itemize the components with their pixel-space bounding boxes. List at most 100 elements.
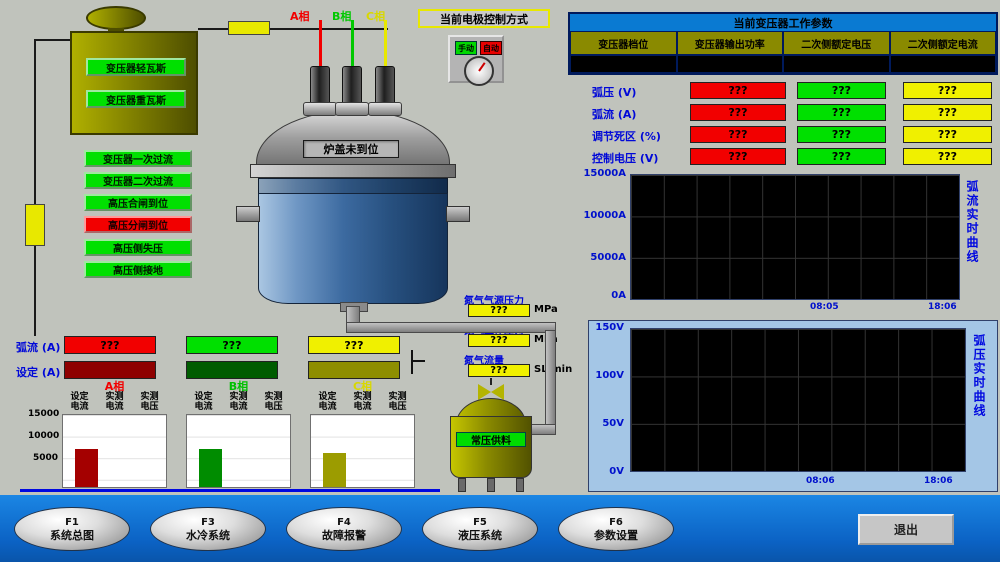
n2-working-pressure-value: ??? — [468, 334, 530, 347]
furnace-hmi-screen: 变压器轻瓦斯 变压器重瓦斯 变压器一次过流 变压器二次过流 高压合闸到位 高压分… — [0, 0, 1000, 562]
manual-mode-button[interactable]: 手动 — [455, 41, 477, 55]
f6-parameter-settings-button[interactable]: F6 参数设置 — [558, 507, 674, 551]
f1-system-overview-button[interactable]: F1 系统总图 — [14, 507, 130, 551]
bar-panel-a: 设定电流 实测电流 实测电压 — [62, 392, 167, 488]
status-hv-voltage-loss: 高压侧失压 — [84, 239, 192, 256]
n2-flow-value: ??? — [468, 364, 530, 377]
arc-current-xtick-1: 18:06 — [928, 302, 957, 312]
bar-panels-baseline — [20, 489, 440, 492]
dead-band-c-value: ??? — [903, 126, 992, 143]
f1-key: F1 — [65, 517, 79, 529]
arc-current-a-param-value: ??? — [690, 104, 786, 121]
bar-c-set-current — [323, 453, 346, 487]
furnace-vessel — [258, 178, 448, 304]
furnace-vessel-band — [258, 178, 448, 194]
cell-secondary-rated-current-value — [890, 55, 997, 73]
f5-label: 液压系统 — [458, 529, 502, 542]
measured-current-b-value: ??? — [186, 336, 278, 354]
electrode-control-panel: 手动 自动 — [448, 35, 504, 83]
exit-button[interactable]: 退出 — [858, 514, 954, 545]
arc-voltage-xtick-1: 18:06 — [924, 476, 953, 486]
bar-panel-c-plot — [310, 414, 415, 488]
arc-current-trend-plot — [630, 174, 960, 300]
arc-current-ytick-1: 10000A — [580, 210, 626, 221]
gauge-needle-icon — [478, 62, 485, 71]
bar-panel-c: 设定电流 实测电流 实测电压 — [310, 392, 415, 488]
furnace-nozzle-right — [446, 206, 470, 222]
setpoint-current-b-value — [186, 361, 278, 379]
bar-panel-a-headers: 设定电流 实测电流 实测电压 — [62, 392, 167, 414]
f4-fault-alarm-button[interactable]: F4 故障报警 — [286, 507, 402, 551]
status-hv-grounded: 高压侧接地 — [84, 261, 192, 278]
table-header-row: 变压器档位 变压器输出功率 二次侧额定电压 二次侧额定电流 — [570, 31, 996, 55]
branch-line-vertical — [411, 350, 413, 374]
arc-voltage-xtick-0: 08:06 — [806, 476, 835, 486]
f4-key: F4 — [337, 517, 351, 529]
cell-tap-position-value — [570, 55, 677, 73]
dead-band-label: 调节死区 (%) — [592, 128, 661, 144]
f3-cooling-system-button[interactable]: F3 水冷系统 — [150, 507, 266, 551]
phase-a-label: A相 — [290, 8, 310, 24]
transformer-body — [70, 31, 198, 135]
n2-source-pressure-value: ??? — [468, 304, 530, 317]
electrode-b-bushing — [335, 102, 369, 116]
arc-current-ytick-2: 5000A — [580, 252, 626, 263]
col-measured-voltage: 实测电压 — [140, 392, 160, 412]
col-header-secondary-rated-voltage: 二次侧额定电压 — [783, 31, 890, 55]
status-hv-open-in-position: 高压分闸到位 — [84, 216, 192, 233]
f5-hydraulic-system-button[interactable]: F5 液压系统 — [422, 507, 538, 551]
col-header-secondary-rated-current: 二次侧额定电流 — [890, 31, 997, 55]
disconnect-switch[interactable] — [25, 204, 45, 246]
f3-label: 水冷系统 — [186, 529, 230, 542]
electrode-control-mode-label: 当前电极控制方式 — [418, 9, 550, 28]
cell-secondary-rated-voltage-value — [783, 55, 890, 73]
wire-left-vertical — [34, 39, 36, 336]
col-measured-voltage: 实测电压 — [264, 392, 284, 412]
col-header-output-power: 变压器输出功率 — [677, 31, 784, 55]
electrode-c-bushing — [368, 102, 402, 116]
auto-mode-button[interactable]: 自动 — [480, 41, 502, 55]
transformer-heavy-gas-indicator: 变压器重瓦斯 — [86, 90, 186, 108]
col-set-current: 设定电流 — [194, 392, 214, 412]
dead-band-b-value: ??? — [797, 126, 886, 143]
electrode-a-bushing — [303, 102, 337, 116]
arc-current-xtick-0: 08:05 — [810, 302, 839, 312]
col-measured-voltage: 实测电压 — [388, 392, 408, 412]
control-voltage-b-value: ??? — [797, 148, 886, 165]
phase-c-wire — [384, 20, 387, 68]
tank-leg-1 — [458, 478, 466, 492]
n2-source-pressure-unit: MPa — [534, 304, 558, 315]
status-transformer-secondary-overcurrent: 变压器二次过流 — [84, 172, 192, 189]
f6-label: 参数设置 — [594, 529, 638, 542]
bar-ytick-1: 10000 — [28, 431, 58, 441]
valve-handle — [490, 378, 492, 385]
bar-panel-b-plot — [186, 414, 291, 488]
f3-key: F3 — [201, 517, 215, 529]
arc-current-label: 弧流 (A) — [592, 106, 636, 122]
pipe-right-down — [545, 330, 556, 434]
f1-label: 系统总图 — [50, 529, 94, 542]
arc-voltage-b-value: ??? — [797, 82, 886, 99]
arc-voltage-c-value: ??? — [903, 82, 992, 99]
pipe-horizontal — [346, 322, 556, 333]
bar-panel-b: 设定电流 实测电流 实测电压 — [186, 392, 291, 488]
branch-line-horizontal — [411, 360, 425, 362]
transformer-params-table: 当前变压器工作参数 变压器档位 变压器输出功率 二次侧额定电压 二次侧额定电流 — [568, 12, 998, 75]
col-set-current: 设定电流 — [70, 392, 90, 412]
control-voltage-a-value: ??? — [690, 148, 786, 165]
arc-voltage-ytick-1: 100V — [592, 370, 624, 381]
mode-dial-gauge — [464, 56, 494, 86]
col-measured-current: 实测电流 — [353, 392, 373, 412]
arc-voltage-ytick-0: 150V — [592, 322, 624, 333]
f5-key: F5 — [473, 517, 487, 529]
bar-panel-c-headers: 设定电流 实测电流 实测电压 — [310, 392, 415, 414]
arc-voltage-trend-title: 弧压实时曲线 — [971, 334, 988, 474]
status-transformer-primary-overcurrent: 变压器一次过流 — [84, 150, 192, 167]
bar-ytick-2: 5000 — [28, 453, 58, 463]
bar-b-set-current — [199, 449, 222, 487]
bar-a-set-current — [75, 449, 98, 487]
dead-band-a-value: ??? — [690, 126, 786, 143]
breaker-switch[interactable] — [228, 21, 270, 35]
f6-key: F6 — [609, 517, 623, 529]
measured-current-row-label: 弧流 (A) — [16, 339, 60, 355]
